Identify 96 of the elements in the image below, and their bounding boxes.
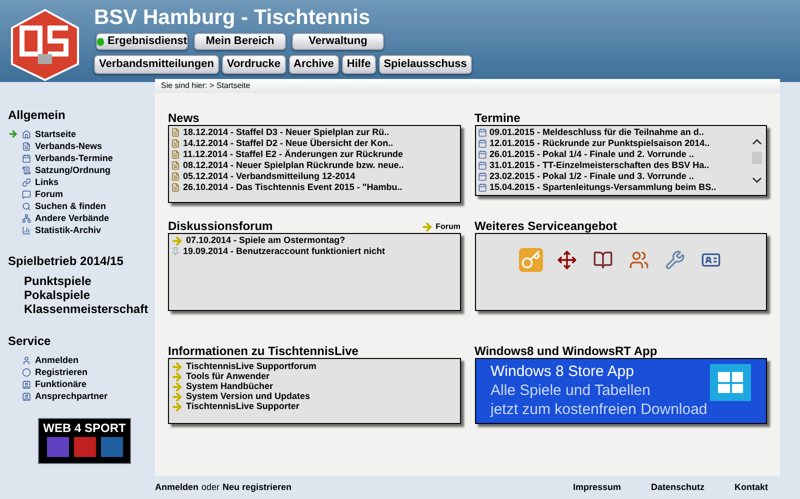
calendar-icon bbox=[478, 139, 486, 148]
windows-logo-icon bbox=[710, 364, 751, 401]
arrow-icon bbox=[171, 391, 183, 403]
calendar-icon bbox=[478, 128, 486, 137]
banner-text: Windows 8 Store App bbox=[490, 362, 635, 381]
news-link[interactable]: 26.10.2014 - Das Tischtennis Event 2015 - "Hambu.. bbox=[183, 180, 402, 194]
arrow-icon bbox=[420, 221, 433, 233]
document-icon bbox=[171, 150, 180, 159]
sidebar-link[interactable]: Links bbox=[35, 178, 59, 186]
sidebar-link[interactable]: Funktionäre bbox=[35, 380, 87, 388]
document-icon bbox=[171, 161, 180, 170]
network-icon bbox=[22, 214, 31, 222]
forum-topic[interactable]: 19.09.2014 - Benutzeraccount funktioniert nicht bbox=[183, 244, 386, 258]
event-link[interactable]: 26.01.2015 - Pokal 1/4 - Finale und 2. Vorrunde .. bbox=[490, 148, 694, 162]
user-icon bbox=[22, 356, 31, 364]
chat-icon bbox=[22, 190, 31, 198]
nav-button[interactable]: Archive bbox=[288, 55, 339, 74]
calendar-icon bbox=[478, 183, 486, 192]
news-link[interactable]: 11.12.2014 - Staffel E2 - Änderungen zur Rückrunde bbox=[183, 148, 404, 162]
nav-button[interactable]: Verwaltung bbox=[292, 33, 384, 50]
circle-icon bbox=[22, 368, 31, 376]
document-icon bbox=[171, 183, 180, 192]
login-link[interactable]: Anmelden bbox=[155, 480, 199, 494]
nav-button[interactable]: Vordrucke bbox=[222, 55, 286, 74]
home-icon bbox=[22, 130, 31, 138]
link-icon bbox=[22, 178, 31, 186]
chart-icon bbox=[22, 226, 31, 234]
or-text: oder bbox=[202, 480, 220, 494]
register-link[interactable]: Neu registrieren bbox=[222, 480, 292, 494]
sidebar-link[interactable]: Anmelden bbox=[35, 356, 79, 364]
event-link[interactable]: 23.02.2015 - Pokal 1/2 - Finale und 3. Vorrunde .. bbox=[490, 170, 694, 184]
document-icon bbox=[22, 142, 31, 150]
card-icon bbox=[22, 380, 31, 388]
sidebar-link[interactable]: Forum bbox=[35, 190, 63, 198]
nav-button[interactable]: Mein Bereich bbox=[194, 33, 286, 50]
panel-title: Windows8 und WindowsRT App bbox=[474, 344, 658, 358]
document-icon bbox=[171, 139, 180, 148]
sidebar-link[interactable]: Verbands-News bbox=[35, 142, 102, 150]
forum-topic[interactable]: 07.10.2014 - Spiele am Ostermontag? bbox=[186, 234, 346, 248]
search-icon bbox=[22, 202, 31, 210]
scroll-icon bbox=[22, 166, 31, 174]
news-link[interactable]: 05.12.2014 - Verbandsmitteilung 12-2014 bbox=[183, 170, 356, 184]
nav-button[interactable]: Verbandsmitteilungen bbox=[94, 55, 219, 74]
calendar-icon bbox=[478, 172, 486, 181]
nav-button[interactable]: Hilfe bbox=[342, 55, 376, 74]
event-link[interactable]: 09.01.2015 - Meldeschluss für die Teilnahme an d.. bbox=[490, 126, 704, 140]
sidebar-link[interactable]: Satzung/Ordnung bbox=[35, 166, 110, 174]
document-icon bbox=[171, 128, 180, 137]
banner-text: jetzt zum kostenfreien Download bbox=[490, 400, 708, 419]
nav-button[interactable]: Spielausschuss bbox=[378, 55, 472, 74]
panel-title: Informationen zu TischtennisLive bbox=[168, 344, 360, 358]
calendar-icon bbox=[478, 150, 486, 159]
document-icon bbox=[171, 172, 180, 181]
panel-title: Termine bbox=[474, 111, 522, 125]
footer-link[interactable]: Impressum bbox=[572, 480, 621, 494]
card-icon bbox=[22, 392, 31, 400]
sidebar-link[interactable]: Punktspiele bbox=[24, 274, 92, 288]
sidebar-link[interactable]: Klassenmeisterschaft bbox=[24, 302, 148, 316]
banner-text: WEB 4 SPORT bbox=[43, 421, 126, 435]
sidebar-link[interactable]: Registrieren bbox=[35, 368, 88, 376]
sidebar-link[interactable]: Verbands-Termine bbox=[35, 154, 113, 162]
app-banner[interactable]: Windows 8 Store App Alle Spiele und Tabellen jetzt zum kostenfreien Download bbox=[474, 358, 767, 424]
sidebar-link[interactable]: Pokalspiele bbox=[24, 288, 90, 302]
news-link[interactable]: 18.12.2014 - Staffel D3 - Neuer Spielplan zur Rü.. bbox=[183, 126, 390, 140]
panel-title: Weiteres Serviceangebot bbox=[474, 219, 618, 233]
arrow-icon bbox=[171, 234, 183, 246]
arrow-icon bbox=[171, 381, 183, 393]
breadcrumb: Sie sind hier: > Startseite bbox=[155, 79, 780, 93]
sidebar-link[interactable]: Ansprechpartner bbox=[35, 392, 108, 400]
calendar-icon bbox=[478, 161, 486, 170]
nav-button[interactable]: Ergebnisdienst bbox=[96, 33, 188, 50]
section-title: Spielbetrieb 2014/15 bbox=[8, 253, 124, 270]
sidebar-link[interactable]: Andere Verbände bbox=[35, 214, 110, 222]
event-link[interactable]: 12.01.2015 - Rückrunde zur Punktspielsaison 2014.. bbox=[490, 136, 710, 150]
news-link[interactable]: 14.12.2014 - Staffel D2 - Neue Übersicht der Kon.. bbox=[183, 136, 394, 150]
site-title: BSV Hamburg - Tischtennis bbox=[94, 6, 372, 30]
arrow-icon bbox=[171, 361, 183, 373]
banner-text: Alle Spiele und Tabellen bbox=[490, 381, 652, 400]
footer-link[interactable]: Datenschutz bbox=[650, 480, 704, 494]
news-link[interactable]: 08.12.2014 - Neuer Spielplan Rückrunde bzw. neue.. bbox=[183, 158, 404, 172]
sidebar-link[interactable]: Statistik-Archiv bbox=[35, 226, 102, 234]
event-link[interactable]: 15.04.2015 - Spartenleitungs-Versammlung beim BS.. bbox=[490, 180, 716, 194]
arrow-icon bbox=[171, 401, 183, 413]
forum-link[interactable]: Forum bbox=[420, 221, 460, 233]
section-title: Allgemein bbox=[8, 107, 66, 124]
sponsor-banner[interactable]: WEB 4 SPORT bbox=[38, 418, 131, 464]
event-link[interactable]: 31.01.2015 - TT-Einzelmeisterschaften des BSV Ha.. bbox=[490, 158, 710, 172]
sidebar-link[interactable]: Suchen & finden bbox=[35, 202, 106, 210]
sidebar-link[interactable]: Startseite bbox=[35, 130, 76, 138]
panel-title: News bbox=[168, 111, 200, 125]
calendar-icon bbox=[22, 154, 31, 162]
panel-title: Diskussionsforum bbox=[168, 219, 273, 233]
arrow-icon bbox=[171, 371, 183, 383]
footer-link[interactable]: Kontakt bbox=[734, 480, 768, 494]
pin-icon bbox=[171, 247, 180, 256]
section-title: Service bbox=[8, 333, 52, 350]
